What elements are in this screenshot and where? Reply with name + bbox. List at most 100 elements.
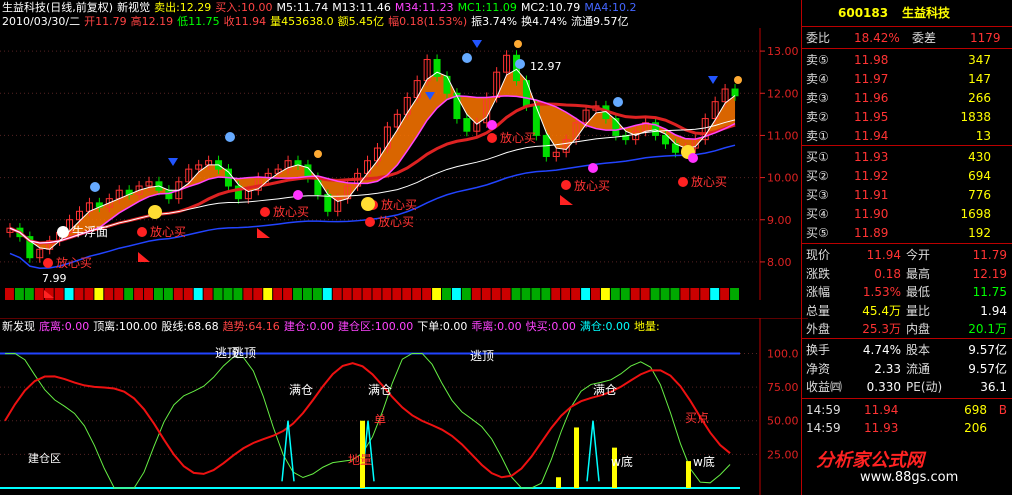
bid-row: 买⑤ 11.89 192 [802, 224, 1012, 242]
signal-dot [57, 226, 69, 238]
candle-body [731, 88, 739, 97]
signal-cell [600, 288, 610, 300]
price-chart-svg[interactable]: 13.00 12.00 11.00 10.00 9.00 8.00 牛浮面 放心买 放心买… [0, 0, 808, 310]
price-tick-label: 10.00 [767, 172, 799, 185]
signal-cell [471, 288, 481, 300]
bid-price: 11.93 [854, 150, 889, 164]
bid-label: 买④ [806, 207, 829, 221]
fang-xin-mai-label-3: 放心买 [273, 204, 309, 219]
indicator-chart-svg[interactable]: 100.075.0050.0025.00 逃顶 逃顶 逃顶 满仓 满仓 满仓 地… [0, 318, 808, 495]
signal-cell [531, 288, 541, 300]
stat-label: 流通 [906, 361, 931, 376]
signal-cell [561, 288, 571, 300]
stat-value: 12.19 [972, 266, 1007, 281]
stat-value: 4.74% [862, 343, 901, 357]
bid-volume: 1698 [960, 207, 991, 221]
candle-body [522, 80, 530, 107]
signal-cell [183, 288, 193, 300]
stat-value: 0.330 [866, 380, 901, 394]
indicator-panel[interactable]: 新发现 底离:0.00 顶离:100.00 股线:68.68 趋势:64.16 建仓:0.… [0, 318, 808, 495]
stat-value: 11.94 [866, 248, 901, 262]
stat-label: 最低 [906, 285, 931, 299]
ask-volume: 266 [968, 91, 991, 105]
w-di-label-1: w底 [611, 454, 633, 469]
signal-cell [581, 288, 591, 300]
bid-volume: 694 [968, 169, 991, 183]
signal-cell [342, 288, 352, 300]
signal-cell [591, 288, 600, 300]
signal-cell [432, 288, 442, 300]
candle-body [324, 193, 332, 212]
flower-icon [293, 190, 303, 200]
tick-volume: 206 [964, 421, 987, 435]
buy-dot [678, 177, 688, 187]
signal-cell [630, 288, 640, 300]
signal-cell [650, 288, 660, 300]
signal-cell [451, 288, 461, 300]
stat-label: 总量 [806, 303, 831, 318]
stat-value: 9.57亿 [968, 343, 1007, 357]
candle-body [294, 160, 302, 166]
stat-row: 净资 2.33 流通 9.57亿 [802, 360, 1012, 378]
bid-label: 买① [806, 150, 829, 164]
stat-label: 净资 [806, 361, 831, 376]
watermark-url: www.88gs.com [860, 470, 959, 485]
stat-label: 内盘 [906, 322, 931, 336]
stat-label: 换手 [806, 343, 831, 357]
ask-price: 11.94 [854, 129, 889, 143]
signal-cell [730, 288, 739, 300]
buy-dot [487, 133, 497, 143]
signal-cell [481, 288, 491, 300]
stat-label: 涨幅 [806, 285, 831, 299]
stat-row: 涨幅 1.53% 最低 11.75 [802, 283, 1012, 301]
signal-cell [263, 288, 273, 300]
signal-cell [233, 288, 243, 300]
ask-label: 卖⑤ [806, 53, 829, 67]
price-tick-label: 13.00 [767, 45, 799, 58]
globe-icon [225, 132, 235, 142]
signal-cell [501, 288, 511, 300]
smiley-icon [148, 205, 162, 219]
signal-cell [273, 288, 283, 300]
buy-dot [260, 207, 270, 217]
ask-volume: 13 [975, 129, 991, 143]
signal-cell [114, 288, 124, 300]
signal-cell [551, 288, 561, 300]
signal-cell [283, 288, 293, 300]
tao-ding-label-2: 逃顶 [232, 346, 256, 360]
price-tick-label: 8.00 [767, 256, 792, 269]
tao-ding-label-3: 逃顶 [470, 349, 494, 363]
runner-icon [514, 40, 522, 48]
signal-cell [74, 288, 84, 300]
signal-cell [690, 288, 700, 300]
signal-cell [392, 288, 402, 300]
signal-cell [243, 288, 253, 300]
signal-cell [710, 288, 720, 300]
signal-cell [203, 288, 213, 300]
bid-label: 买⑤ [806, 226, 829, 240]
runner-icon [734, 76, 742, 84]
tick-volume: 698 [964, 403, 987, 417]
signal-cell [134, 288, 144, 300]
stat-row: 涨跌 0.18 最高 12.19 [802, 265, 1012, 283]
signal-cell [84, 288, 94, 300]
main-chart-panel[interactable]: 生益科技(日线,前复权) 新视觉 卖出:12.29 买入:10.00 M5:11.74 M… [0, 0, 808, 310]
signal-cell [94, 288, 104, 300]
stat-label: 股本 [906, 343, 931, 357]
signal-cell [163, 288, 173, 300]
tick-row: 14:59 11.94 698 B [802, 401, 1012, 419]
ask-price: 11.98 [854, 53, 889, 67]
bid-row: 买④ 11.90 1698 [802, 205, 1012, 223]
signal-cell [491, 288, 501, 300]
signal-cell [34, 288, 44, 300]
bid-price: 11.90 [854, 207, 889, 221]
tick-price: 11.93 [864, 421, 899, 435]
tick-time: 14:59 [806, 421, 841, 435]
bid-volume: 192 [968, 226, 991, 240]
flower-icon [487, 120, 497, 130]
candle-body [463, 118, 471, 132]
price-tick-label: 12.00 [767, 87, 799, 100]
fang-xin-mai-label-2: 放心买 [150, 224, 186, 239]
stat-label: 今开 [906, 248, 931, 262]
down-triangle-icon [472, 40, 482, 48]
